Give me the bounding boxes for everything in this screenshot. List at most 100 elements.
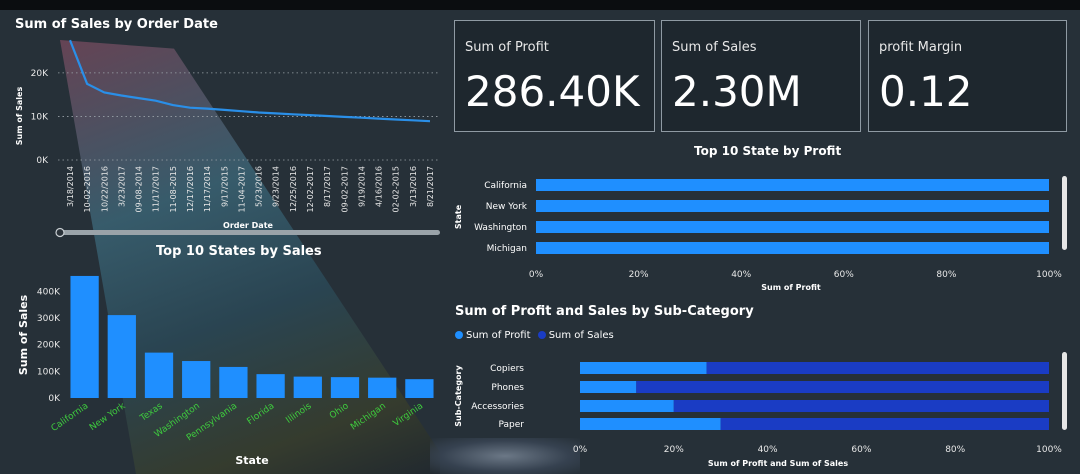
x-tick-label: 09-02-2017: [340, 166, 349, 213]
x-tick-label: 0%: [529, 270, 544, 280]
x-tick-label: 80%: [945, 445, 965, 455]
line-chart-panel[interactable]: Sum of Sales by Order Date Sum of Sales …: [8, 14, 443, 240]
bar[interactable]: [144, 352, 174, 398]
profit-bar[interactable]: [580, 362, 707, 374]
bar-chart-panel[interactable]: Top 10 States by Sales Sum of Sales Stat…: [8, 240, 443, 474]
profit-bar[interactable]: [580, 381, 637, 393]
x-axis-title: Order Date: [223, 221, 273, 230]
y-tick-label: 100K: [37, 367, 61, 377]
y-axis-title: State: [454, 204, 463, 229]
x-tick-label: 02-02-2015: [392, 166, 401, 213]
bar[interactable]: [107, 315, 136, 398]
subcategory-chart-panel[interactable]: Sum of Profit and Sales by Sub-Category …: [450, 300, 1075, 474]
scrollbar[interactable]: [1062, 176, 1067, 250]
x-tick-label: 11/17/2017: [152, 166, 161, 212]
x-tick-label: 20%: [629, 270, 649, 280]
y-axis-title: Sum of Sales: [15, 87, 24, 146]
line-chart: Sum of Sales Order Date 20K 10K 0K 3/18/20…: [15, 39, 440, 238]
bar[interactable]: [536, 221, 1049, 233]
card-label: Sum of Sales: [672, 40, 757, 55]
sales-bar[interactable]: [720, 418, 1049, 430]
x-axis-title: Sum of Profit: [761, 283, 821, 292]
x-tick-label: 11-08-2015: [169, 166, 178, 213]
bar[interactable]: [219, 366, 248, 398]
y-tick-label: 200K: [37, 341, 61, 351]
card-sum-of-sales[interactable]: Sum of Sales 2.30M: [661, 20, 861, 132]
bar[interactable]: [536, 179, 1049, 191]
x-tick-label: 4/16/2016: [375, 166, 384, 207]
x-tick-label: 12/25/2016: [289, 166, 298, 212]
y-tick-label: 300K: [37, 314, 61, 324]
x-tick-label: 0%: [573, 445, 588, 455]
card-sum-of-profit[interactable]: Sum of Profit 286.40K: [454, 20, 655, 132]
x-tick-label: 12-02-2017: [306, 166, 315, 213]
sales-line: [68, 39, 431, 123]
x-tick-label: 11/17/2014: [203, 166, 212, 212]
stacked-bar-chart: Sub-Category Sum of Profit and Sum of Sa…: [454, 352, 1067, 468]
y-tick-label: 20K: [31, 69, 49, 79]
window-top-bar: [0, 0, 1080, 10]
bar[interactable]: [536, 242, 1049, 254]
card-value: 286.40K: [465, 67, 640, 116]
bar[interactable]: [70, 275, 99, 398]
x-tick-label: Texas: [138, 401, 165, 424]
y-tick-label: 10K: [31, 112, 49, 122]
y-tick-label: 0K: [48, 394, 61, 404]
bar[interactable]: [182, 361, 211, 398]
x-tick-label: California: [50, 401, 91, 434]
x-tick-label: Ohio: [328, 401, 351, 421]
bar[interactable]: [330, 377, 360, 398]
y-tick-label: 400K: [37, 287, 61, 297]
x-tick-label: 3/23/2017: [117, 166, 126, 207]
y-tick-label: Accessories: [471, 402, 524, 412]
card-value: 2.30M: [672, 67, 802, 116]
scrollbar[interactable]: [1062, 352, 1067, 430]
x-tick-label: 20%: [664, 445, 684, 455]
sales-bar[interactable]: [673, 400, 1049, 412]
x-tick-label: 80%: [936, 270, 956, 280]
card-label: Sum of Profit: [465, 40, 549, 55]
bar-chart: Sum of Sales State 400K 300K 200K 100K 0KCal…: [17, 275, 434, 467]
y-tick-label: Michigan: [487, 244, 527, 254]
x-tick-label: 11-04-2017: [237, 166, 246, 213]
bar[interactable]: [293, 376, 322, 398]
horizontal-bar-chart: State Sum of Profit California New York Wa…: [454, 176, 1067, 292]
scrollbar-track[interactable]: [56, 230, 440, 235]
x-axis-title: Sum of Profit and Sum of Sales: [708, 459, 848, 468]
y-tick-label: California: [484, 181, 527, 191]
card-profit-margin[interactable]: profit Margin 0.12: [868, 20, 1067, 132]
x-tick-label: 8/21/2017: [426, 166, 435, 207]
y-tick-label: Copiers: [490, 364, 524, 374]
x-tick-label: 9/19/2014: [357, 166, 366, 207]
profit-bar[interactable]: [580, 400, 674, 412]
x-tick-label: 9/17/2015: [220, 166, 229, 207]
sales-bar[interactable]: [636, 381, 1049, 393]
x-tick-label: 10-02-2016: [83, 166, 92, 213]
y-tick-label: Washington: [474, 223, 527, 233]
bar[interactable]: [536, 200, 1049, 212]
x-tick-label: 12/17/2016: [186, 166, 195, 212]
y-tick-label: Phones: [491, 383, 524, 393]
sales-bar[interactable]: [706, 362, 1049, 374]
y-tick-label: 0K: [36, 156, 49, 166]
x-tick-label: 10/22/2016: [100, 166, 109, 212]
x-tick-label: 09-08-2014: [135, 166, 144, 213]
y-axis-title: Sum of Sales: [17, 294, 30, 375]
x-tick-label: 5/23/2016: [255, 166, 264, 207]
bar[interactable]: [256, 374, 285, 398]
x-tick-label: 8/17/2017: [323, 166, 332, 207]
x-tick-label: Illinois: [284, 401, 313, 426]
x-tick-label: Virginia: [392, 401, 426, 429]
x-tick-label: 40%: [758, 445, 778, 455]
scrollbar-handle[interactable]: [55, 227, 65, 238]
profit-bar-chart-panel[interactable]: Top 10 State by Profit State Sum of Prof…: [450, 138, 1075, 296]
x-tick-label: 9/23/2014: [272, 166, 281, 207]
x-tick-label: New York: [88, 401, 128, 433]
x-tick-label: 60%: [834, 270, 854, 280]
bar[interactable]: [368, 377, 397, 398]
bar[interactable]: [405, 379, 434, 398]
x-tick-label: 3/18/2014: [66, 166, 75, 207]
x-tick-label: 40%: [731, 270, 751, 280]
y-tick-label: Paper: [499, 420, 525, 430]
profit-bar[interactable]: [580, 418, 721, 430]
